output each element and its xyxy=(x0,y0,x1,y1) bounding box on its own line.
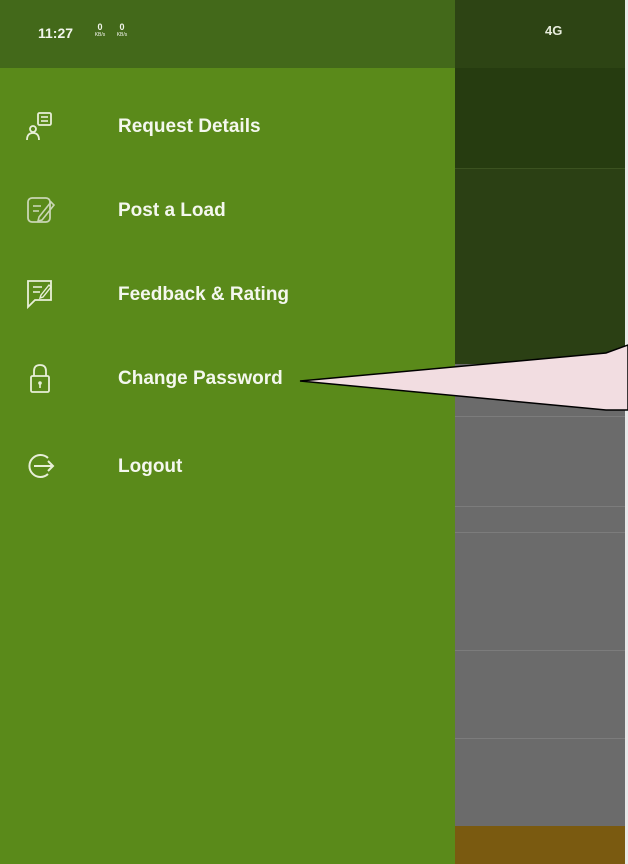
menu-item-label: Feedback & Rating xyxy=(118,284,290,305)
background-app-content: 4G xyxy=(455,0,628,864)
network-indicator: 4G xyxy=(545,23,563,38)
post-load-icon xyxy=(27,197,56,223)
menu-item-label: Logout xyxy=(118,456,183,477)
logout-icon xyxy=(28,454,55,478)
menu-item-label: Post a Load xyxy=(118,200,226,221)
background-panel xyxy=(455,168,628,365)
background-list xyxy=(455,364,628,826)
menu-item-change-password[interactable]: Change Password xyxy=(0,362,455,446)
list-divider xyxy=(455,532,628,533)
menu-item-request-details[interactable]: Request Details xyxy=(0,110,455,194)
status-time: 11:27 xyxy=(38,25,74,41)
navigation-drawer: 11:27 0 KB/s 0 KB/s Request Details Post… xyxy=(0,0,455,864)
network-speed-indicator: 0 KB/s xyxy=(116,22,128,39)
background-bottom-bar xyxy=(455,826,628,864)
feedback-icon xyxy=(27,280,52,310)
menu-item-feedback-rating[interactable]: Feedback & Rating xyxy=(0,278,455,362)
list-divider xyxy=(455,506,628,507)
menu-item-logout[interactable]: Logout xyxy=(0,450,455,534)
menu-item-label: Change Password xyxy=(118,368,283,389)
list-divider xyxy=(455,650,628,651)
menu-item-label: Request Details xyxy=(118,116,261,137)
status-bar: 11:27 0 KB/s 0 KB/s xyxy=(0,0,455,68)
list-divider xyxy=(455,416,628,417)
list-divider xyxy=(455,738,628,739)
background-header xyxy=(455,68,628,168)
menu-item-post-a-load[interactable]: Post a Load xyxy=(0,194,455,278)
request-details-icon xyxy=(26,112,52,141)
lock-icon xyxy=(30,364,50,393)
background-status-bar: 4G xyxy=(455,0,628,68)
network-speed-indicator: 0 KB/s xyxy=(94,22,106,39)
